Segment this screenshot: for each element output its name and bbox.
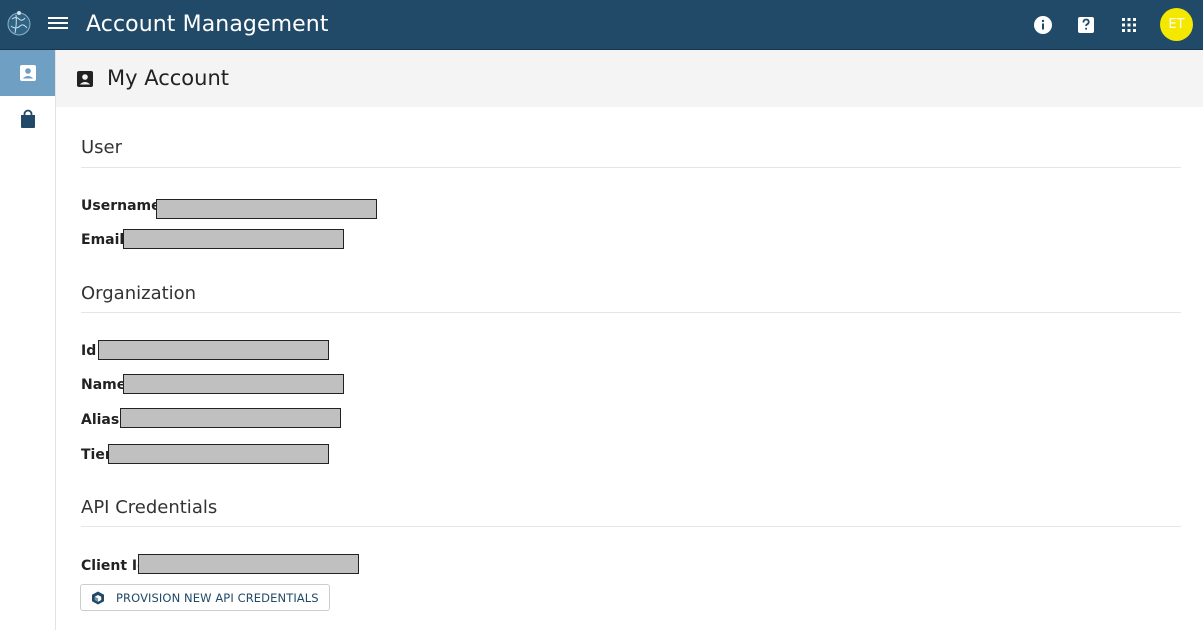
cube-icon <box>92 591 104 605</box>
sidebar-item-orders[interactable] <box>0 96 55 142</box>
page-header: My Account <box>56 50 1203 107</box>
top-app-bar: Account Management ET <box>0 0 1203 50</box>
info-icon[interactable] <box>1033 15 1053 35</box>
menu-icon[interactable] <box>48 15 68 35</box>
section-title-organization: Organization <box>81 283 197 304</box>
sidebar <box>0 50 56 630</box>
org-alias-label: Alias <box>81 412 120 428</box>
org-tier-value-redacted <box>108 444 329 464</box>
page-title: My Account <box>107 66 230 90</box>
divider <box>81 312 1181 313</box>
email-label: Email <box>81 232 125 248</box>
help-icon[interactable] <box>1076 15 1096 35</box>
account-card-icon <box>77 71 93 87</box>
provision-button-label: PROVISION NEW API CREDENTIALS <box>116 591 319 605</box>
globe-logo-icon[interactable] <box>5 7 33 41</box>
email-value-redacted <box>123 229 344 249</box>
apps-grid-icon[interactable] <box>1119 15 1139 35</box>
sidebar-item-account[interactable] <box>0 50 55 96</box>
username-label: Username <box>81 198 161 214</box>
username-value-redacted <box>156 199 377 219</box>
shopping-bag-icon <box>20 109 35 128</box>
avatar[interactable]: ET <box>1160 8 1193 41</box>
divider <box>81 167 1181 168</box>
account-card-icon <box>19 65 36 81</box>
org-name-label: Name <box>81 377 127 393</box>
org-alias-value-redacted <box>120 408 341 428</box>
section-title-api-credentials: API Credentials <box>81 497 218 518</box>
provision-api-credentials-button[interactable]: PROVISION NEW API CREDENTIALS <box>80 584 330 611</box>
org-name-value-redacted <box>123 374 344 394</box>
section-title-user: User <box>81 137 123 158</box>
org-id-label: Id <box>81 343 97 359</box>
client-id-value-redacted <box>138 554 359 574</box>
org-id-value-redacted <box>98 340 329 360</box>
app-title: Account Management <box>86 12 329 37</box>
divider <box>81 526 1181 527</box>
